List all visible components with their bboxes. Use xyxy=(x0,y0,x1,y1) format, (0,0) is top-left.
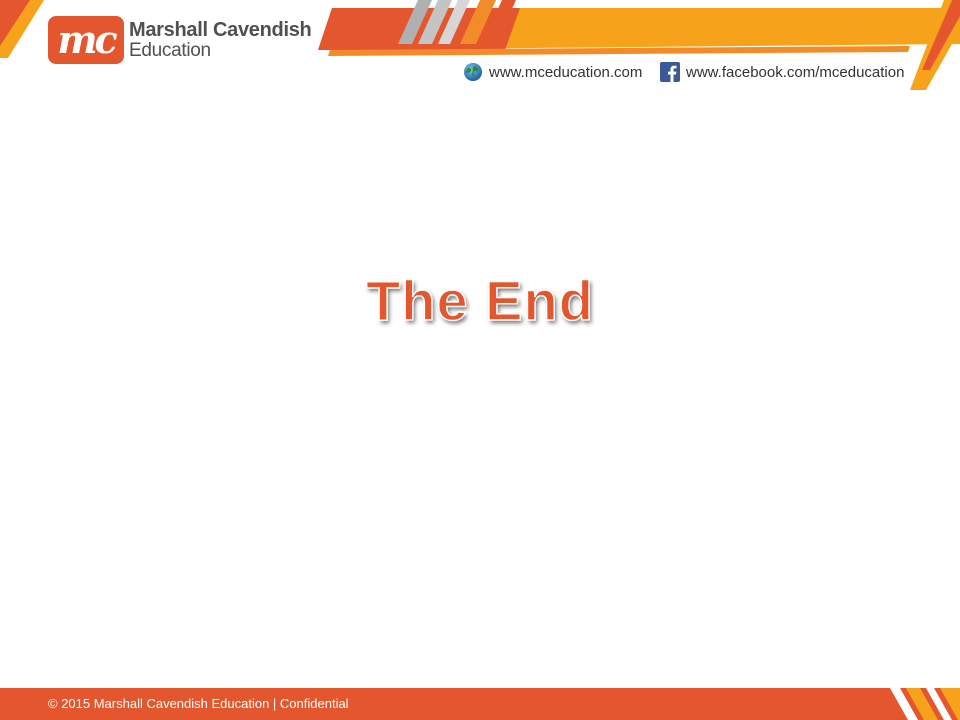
logo-name: Marshall Cavendish xyxy=(129,18,312,41)
footer-copyright: © 2015 Marshall Cavendish Education | Co… xyxy=(48,696,349,711)
facebook-link-text: www.facebook.com/mceducation xyxy=(686,63,905,81)
logo-mark: mc xyxy=(48,16,124,64)
slide-title: The End xyxy=(365,268,594,333)
logo-text: Marshall Cavendish Education xyxy=(129,18,312,61)
facebook-link[interactable]: www.facebook.com/mceducation xyxy=(660,61,904,83)
slide: mc Marshall Cavendish Education www.mced… xyxy=(0,0,960,720)
logo-subtitle: Education xyxy=(129,39,211,61)
globe-icon xyxy=(464,63,482,81)
footer-stripes xyxy=(890,688,960,720)
website-link[interactable]: www.mceducation.com xyxy=(463,61,642,83)
website-link-text: www.mceducation.com xyxy=(489,63,643,81)
brand-logo: mc Marshall Cavendish Education xyxy=(48,16,312,64)
facebook-icon xyxy=(660,62,680,82)
footer-bar: © 2015 Marshall Cavendish Education | Co… xyxy=(0,688,960,720)
